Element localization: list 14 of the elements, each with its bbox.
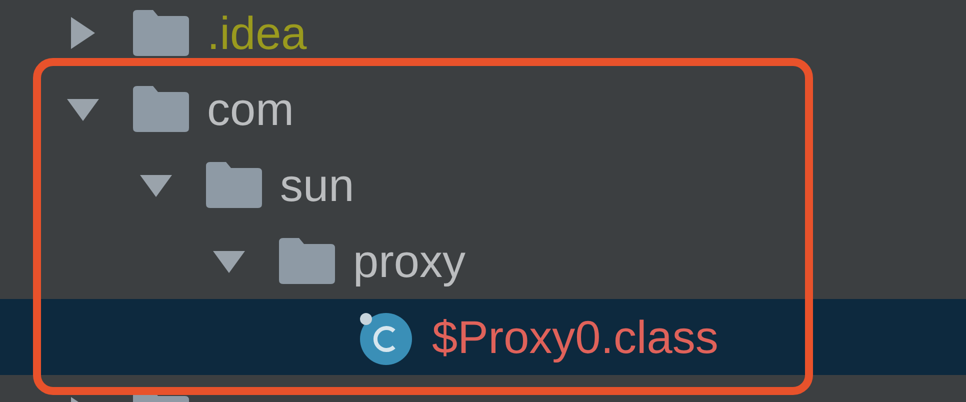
selected-tree-row[interactable]: $Proxy0.class bbox=[0, 299, 966, 375]
tree-row[interactable]: sun bbox=[0, 147, 966, 223]
file-name: .idea bbox=[207, 6, 307, 60]
folder-icon bbox=[279, 238, 335, 284]
folder-icon bbox=[206, 162, 262, 208]
tree-row[interactable]: com bbox=[0, 71, 966, 147]
file-name: $Proxy0.class bbox=[432, 310, 718, 364]
folder-icon bbox=[133, 10, 189, 56]
file-name: proxy bbox=[353, 234, 466, 288]
tree-row[interactable]: proxy bbox=[0, 223, 966, 299]
folder-icon bbox=[133, 86, 189, 132]
tree-row[interactable]: .idea bbox=[0, 0, 966, 71]
file-name: com bbox=[207, 82, 294, 136]
file-name: sun bbox=[280, 158, 354, 212]
